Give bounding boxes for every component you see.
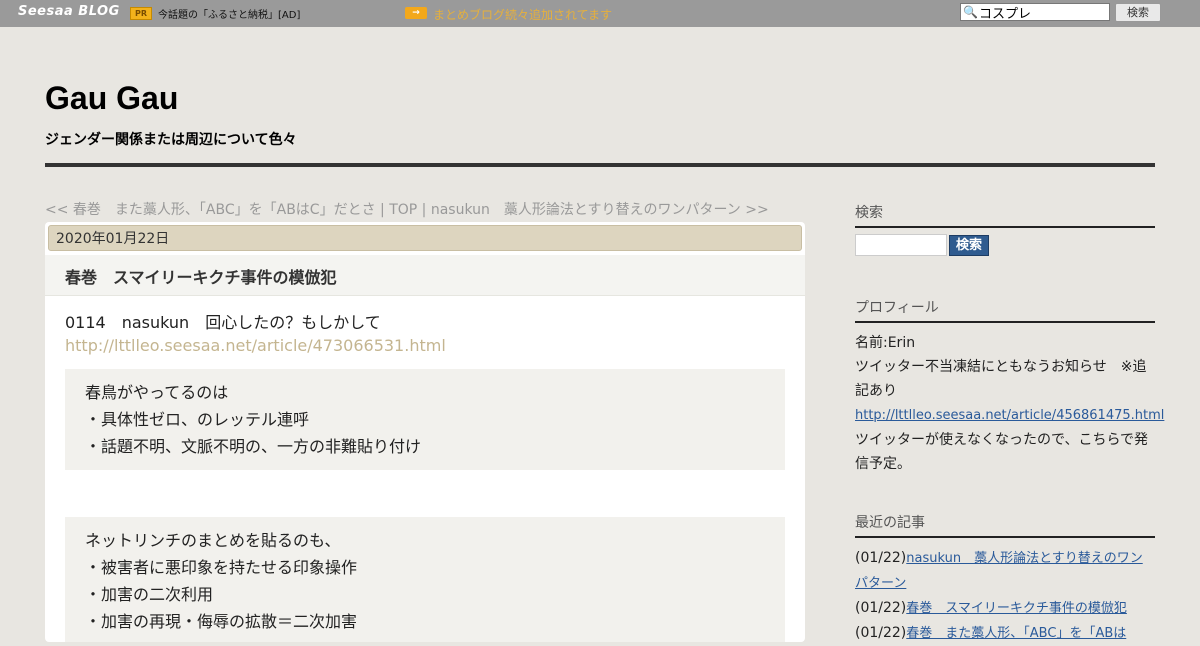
quote-line: ネットリンチのまとめを貼るのも、 (85, 531, 341, 550)
top-link[interactable]: TOP (389, 202, 417, 218)
post-link[interactable]: http://lttlleo.seesaa.net/article/473066… (65, 336, 446, 355)
recent-date: (01/22) (855, 600, 907, 616)
matome-blog-link[interactable]: まとめブログ続々追加されてます (433, 6, 612, 23)
list-item: (01/22)春巻 スマイリーキクチ事件の模倣犯 (855, 596, 1155, 621)
recent-list: (01/22)nasukun 藁人形論法とすり替えのワンパターン (01/22)… (855, 546, 1155, 646)
search-icon: 🔍 (963, 5, 978, 19)
sidebar-search-input[interactable] (855, 234, 947, 256)
arrow-right-icon: → (405, 7, 427, 19)
seesaa-logo[interactable]: Seesaa BLOG (18, 4, 120, 19)
blog-description: ジェンダー関係または周辺について色々 (45, 132, 297, 148)
list-item: (01/22)nasukun 藁人形論法とすり替えのワンパターン (855, 546, 1155, 596)
nav-separator: | (375, 202, 390, 218)
sidebar-search: 検索 検索 (855, 202, 1155, 256)
top-search-button[interactable]: 検索 (1115, 3, 1161, 22)
sidebar-search-button[interactable]: 検索 (949, 235, 989, 256)
pr-ad-link[interactable]: 今話題の「ふるさと納税」[AD] (158, 6, 300, 21)
quote-line: ・加害の二次利用 (85, 585, 214, 604)
recent-post-link[interactable]: 春巻 また藁人形、「ABC」を「ABは (906, 626, 1126, 641)
pr-badge: PR (130, 7, 152, 20)
sidebar-recent-posts: 最近の記事 (01/22)nasukun 藁人形論法とすり替えのワンパターン (… (855, 512, 1155, 646)
sidebar-heading: 最近の記事 (855, 512, 1155, 538)
post-navigation: << 春巻 また藁人形、「ABC」を「ABはC」だとさ | TOP | nasu… (45, 199, 805, 219)
profile-body: 名前:Erin ツイッター不当凍結にともなうお知らせ ※追記あり http://… (855, 331, 1164, 476)
quote-line: ・加害の再現・侮辱の拡散＝二次加害 (85, 612, 358, 631)
post-text-line: 0114 nasukun 回心したの？もしかして (65, 313, 381, 332)
profile-link[interactable]: http://lttlleo.seesaa.net/article/456861… (855, 408, 1164, 423)
quote-line: ・話題不明、文脈不明の、一方の非難貼り付け (85, 437, 422, 456)
profile-name: 名前:Erin (855, 335, 916, 351)
top-search-input[interactable] (979, 4, 1107, 20)
post-title[interactable]: 春巻 スマイリーキクチ事件の模倣犯 (65, 264, 337, 288)
profile-notice: ツイッター不当凍結にともなうお知らせ ※追記あり (855, 359, 1147, 399)
seesaa-topbar: Seesaa BLOG PR 今話題の「ふるさと納税」[AD] → まとめブログ… (0, 0, 1200, 27)
top-search-box[interactable]: 🔍 (960, 3, 1110, 21)
sidebar-heading: 検索 (855, 202, 1155, 228)
post-date: 2020年01月22日 (48, 225, 802, 251)
quote-line: ・被害者に悪印象を持たせる印象操作 (85, 558, 358, 577)
list-item: (01/22)春巻 また藁人形、「ABC」を「ABは (855, 621, 1155, 646)
sidebar-profile: プロフィール 名前:Erin ツイッター不当凍結にともなうお知らせ ※追記あり … (855, 297, 1164, 476)
profile-note: ツイッターが使えなくなったので、こちらで発信予定。 (855, 432, 1149, 472)
blockquote: 春鳥がやってるのは ・具体性ゼロ、のレッテル連呼 ・話題不明、文脈不明の、一方の… (65, 369, 785, 470)
next-post-link[interactable]: nasukun 藁人形論法とすり替えのワンパターン >> (431, 202, 769, 218)
header-divider (45, 163, 1155, 167)
nav-separator: | (417, 202, 431, 218)
blog-title[interactable]: Gau Gau (45, 80, 178, 117)
quote-line: ・具体性ゼロ、のレッテル連呼 (85, 410, 310, 429)
recent-date: (01/22) (855, 625, 907, 641)
prev-post-link[interactable]: << 春巻 また藁人形、「ABC」を「ABはC」だとさ (45, 202, 376, 218)
recent-post-link[interactable]: 春巻 スマイリーキクチ事件の模倣犯 (906, 601, 1127, 616)
blockquote: ネットリンチのまとめを貼るのも、 ・被害者に悪印象を持たせる印象操作 ・加害の二… (65, 517, 785, 642)
sidebar-heading: プロフィール (855, 297, 1155, 323)
recent-date: (01/22) (855, 550, 907, 566)
article: 2020年01月22日 春巻 スマイリーキクチ事件の模倣犯 0114 nasuk… (45, 222, 805, 642)
quote-line: 春鳥がやってるのは (85, 383, 229, 402)
post-title-bar: 春巻 スマイリーキクチ事件の模倣犯 (45, 255, 805, 296)
